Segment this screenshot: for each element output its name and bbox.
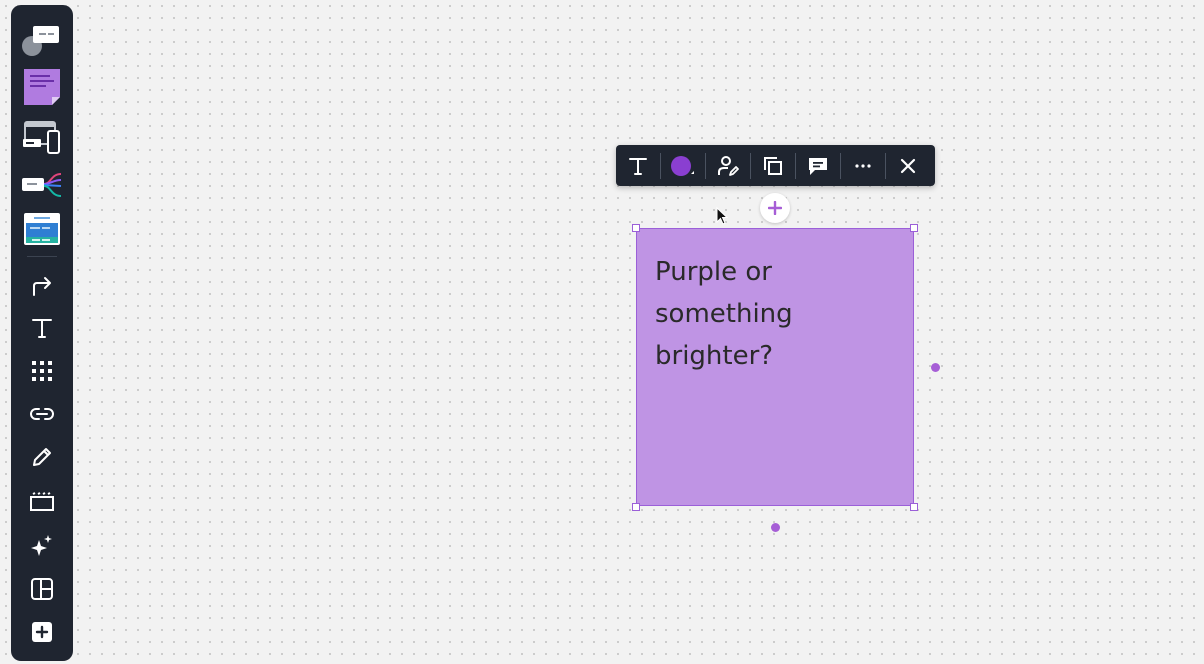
resize-handle-bottom-right[interactable]: [910, 503, 918, 511]
sticky-note-icon[interactable]: [11, 66, 73, 108]
frame-icon[interactable]: [11, 484, 73, 520]
devices-icon[interactable]: [11, 118, 73, 158]
text-icon: [629, 157, 647, 175]
duplicate-icon: [764, 156, 782, 175]
resize-handle-top-right[interactable]: [910, 224, 918, 232]
sticky-note-text[interactable]: Purple or something brighter?: [655, 251, 895, 377]
add-item-above-button[interactable]: [760, 193, 790, 223]
close-icon: [900, 158, 916, 173]
pen-icon[interactable]: [11, 439, 73, 475]
text-format-button[interactable]: [616, 145, 660, 186]
duplicate-button[interactable]: [751, 145, 795, 186]
more-icon: [855, 163, 871, 168]
layout-icon[interactable]: [11, 571, 73, 607]
color-picker-button[interactable]: [661, 145, 705, 186]
more-options-button[interactable]: [841, 145, 885, 186]
comment-card-icon[interactable]: [11, 21, 73, 61]
link-icon[interactable]: [11, 396, 73, 432]
connector-dot-right[interactable]: [931, 363, 940, 372]
user-edit-icon: [718, 155, 739, 176]
context-toolbar: [616, 145, 935, 186]
comment-icon: [809, 157, 827, 175]
mind-map-icon[interactable]: [11, 165, 73, 205]
color-swatch-icon: [671, 155, 694, 176]
comment-button[interactable]: [796, 145, 840, 186]
connector-dot-bottom[interactable]: [771, 523, 780, 532]
arrow-turn-icon[interactable]: [11, 269, 73, 305]
left-toolbar: [11, 5, 73, 661]
mouse-cursor-icon: [716, 207, 729, 225]
card-template-icon[interactable]: [11, 208, 73, 250]
plus-square-icon[interactable]: [11, 614, 73, 650]
text-icon[interactable]: [11, 310, 73, 346]
resize-handle-bottom-left[interactable]: [632, 503, 640, 511]
sparkle-icon[interactable]: [11, 528, 73, 564]
resize-handle-top-left[interactable]: [632, 224, 640, 232]
plus-icon: [768, 201, 782, 215]
sticky-note[interactable]: Purple or something brighter?: [636, 228, 914, 506]
grid-icon[interactable]: [11, 353, 73, 389]
close-button[interactable]: [886, 145, 930, 186]
assign-button[interactable]: [706, 145, 750, 186]
